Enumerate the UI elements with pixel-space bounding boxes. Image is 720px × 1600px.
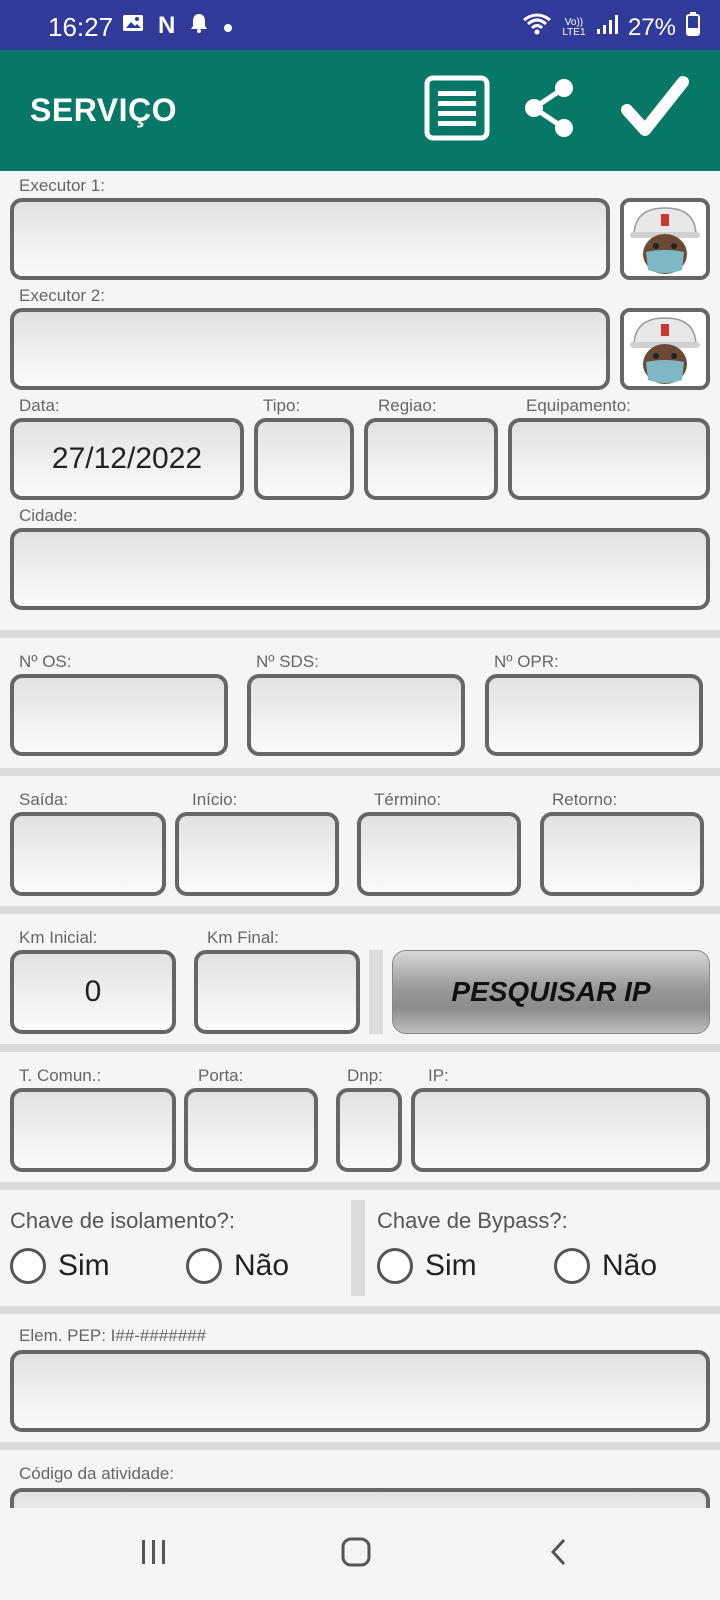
executor1-avatar-button[interactable] [620,198,710,280]
list-button[interactable] [424,75,490,146]
netflix-icon: N [158,12,176,39]
radio-label: Sim [58,1249,110,1282]
volte-indicator: Vo)) LTE1 [562,16,586,38]
pesquisar-ip-button[interactable]: PESQUISAR IP [392,950,710,1034]
battery-text: 27% [627,13,676,41]
divider [0,1442,720,1450]
porta-input[interactable] [184,1088,318,1172]
ip-label: IP: [428,1066,449,1085]
chave-isolamento-label: Chave de isolamento?: [10,1208,236,1233]
radio-unchecked-icon [10,1248,46,1284]
inicio-label: Início: [192,790,238,809]
worker-avatar-icon [624,202,706,276]
navigation-bar [0,1508,720,1600]
worker-avatar-icon [624,312,706,386]
divider [0,1044,720,1052]
km-inicial-label: Km Inicial: [19,928,98,947]
ip-input[interactable] [411,1088,710,1172]
wifi-icon [522,12,552,43]
equipamento-input[interactable] [508,418,710,500]
gallery-icon [122,13,144,39]
dnp-label: Dnp: [347,1066,383,1085]
saida-label: Saída: [19,790,69,809]
confirm-button[interactable] [620,75,690,145]
radio-unchecked-icon [377,1248,413,1284]
radio-label: Não [602,1249,658,1282]
km-final-input[interactable] [194,950,360,1034]
opr-input[interactable] [485,674,703,756]
radio-label: Não [234,1249,290,1282]
radio-unchecked-icon [186,1248,222,1284]
date-label: Data: [19,396,60,415]
cidade-input[interactable] [10,528,710,610]
sds-input[interactable] [247,674,465,756]
dnp-input[interactable] [336,1088,402,1172]
divider [0,906,720,914]
os-input[interactable] [10,674,228,756]
retorno-label: Retorno: [552,790,618,809]
equipamento-label: Equipamento: [526,396,631,415]
home-icon [340,1536,372,1573]
status-bar: 16:27 N Vo)) LTE1 27% [0,0,720,50]
divider [0,630,720,638]
executor2-input[interactable] [10,308,610,390]
km-inicial-input[interactable]: 0 [10,950,176,1034]
share-icon [522,78,576,143]
chave-bypass-label: Chave de Bypass?: [377,1208,568,1233]
check-icon [621,75,689,145]
termino-input[interactable] [357,812,521,896]
porta-label: Porta: [198,1066,244,1085]
tcomun-input[interactable] [10,1088,176,1172]
sds-label: Nº SDS: [256,652,319,671]
vertical-divider [351,1200,365,1296]
recent-apps-button[interactable] [124,1530,184,1578]
radio-label: Sim [425,1249,477,1282]
retorno-input[interactable] [540,812,704,896]
radio-unchecked-icon [554,1248,590,1284]
os-label: Nº OS: [19,652,72,671]
saida-input[interactable] [10,812,166,896]
status-time: 16:27 [48,12,114,42]
tipo-input[interactable] [254,418,354,500]
bell-icon [189,12,209,40]
list-icon [424,75,490,146]
opr-label: Nº OPR: [494,652,559,671]
dot-icon [223,13,233,39]
back-icon [548,1537,568,1572]
isolamento-sim-radio[interactable]: Sim [10,1248,110,1284]
pep-input[interactable] [10,1350,710,1432]
termino-label: Término: [374,790,442,809]
back-button[interactable] [528,1530,588,1578]
signal-icon [596,13,618,42]
battery-icon [686,12,700,43]
pep-label: Elem. PEP: I##-####### [19,1326,207,1345]
isolamento-nao-radio[interactable]: Não [186,1248,289,1284]
vertical-divider [369,950,383,1034]
bypass-sim-radio[interactable]: Sim [377,1248,477,1284]
home-button[interactable] [326,1530,386,1578]
executor1-label: Executor 1: [19,176,105,195]
bypass-nao-radio[interactable]: Não [554,1248,657,1284]
km-final-label: Km Final: [207,928,279,947]
executor2-label: Executor 2: [19,286,105,305]
tipo-label: Tipo: [263,396,301,415]
divider [0,1182,720,1190]
codigo-label: Código da atividade: [19,1464,175,1483]
tcomun-label: T. Comun.: [19,1066,102,1085]
share-button[interactable] [522,76,576,144]
cidade-label: Cidade: [19,506,78,525]
regiao-label: Regiao: [378,396,437,415]
recent-apps-icon [139,1538,169,1571]
executor1-input[interactable] [10,198,610,280]
page-title: SERVIÇO [30,92,177,128]
date-input[interactable]: 27/12/2022 [10,418,244,500]
divider [0,768,720,776]
divider [0,1306,720,1314]
app-bar: SERVIÇO [0,50,720,171]
executor2-avatar-button[interactable] [620,308,710,390]
inicio-input[interactable] [175,812,339,896]
regiao-input[interactable] [364,418,498,500]
